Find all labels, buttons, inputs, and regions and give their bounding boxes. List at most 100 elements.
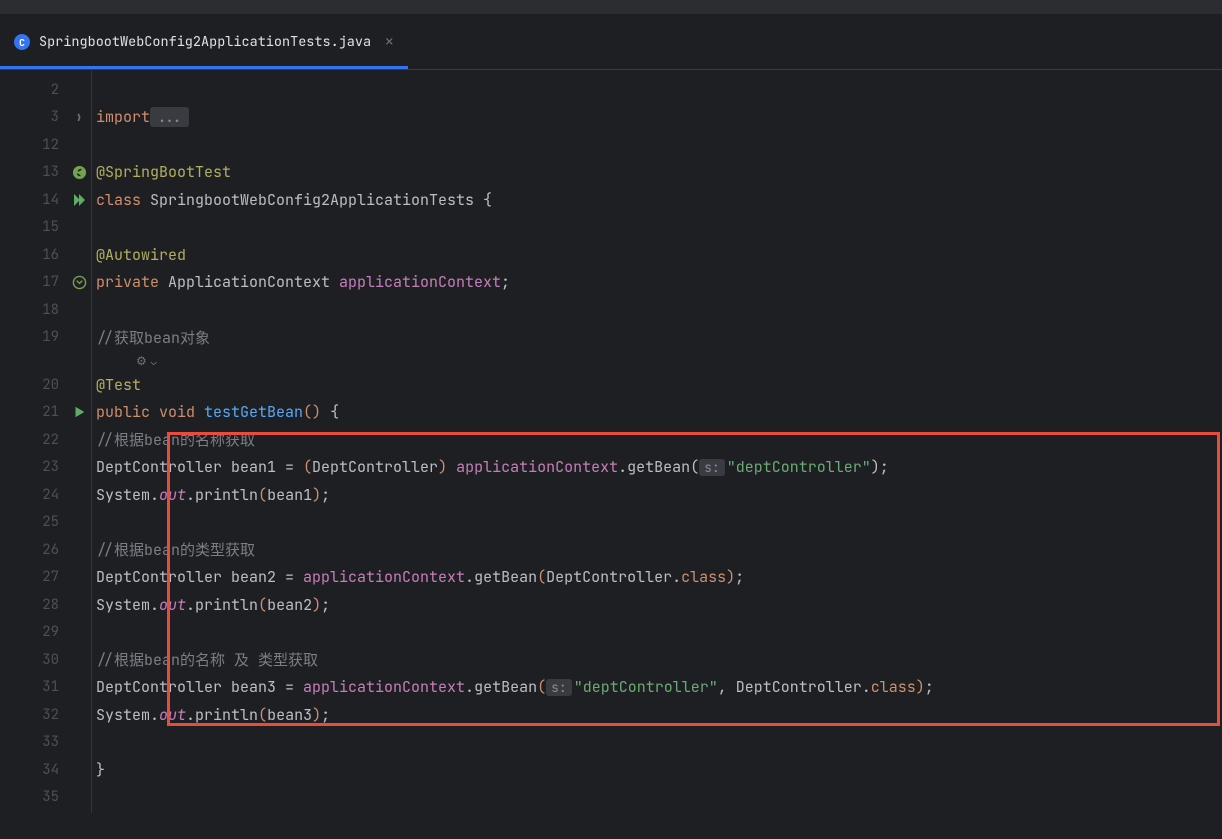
comma-arg: , DeptController.: [718, 677, 871, 697]
string: "deptController": [727, 457, 871, 477]
param-hint: s:: [699, 459, 725, 476]
line-number: 30: [42, 651, 59, 669]
semi: ;: [735, 567, 744, 587]
paren: (: [258, 485, 267, 505]
dot: .: [465, 677, 474, 697]
line-number: 16: [42, 246, 59, 264]
line-number: 23: [42, 458, 59, 476]
file-tab[interactable]: C SpringbootWebConfig2ApplicationTests.j…: [0, 15, 408, 69]
comment: //根据bean的名称 及 类型获取: [96, 649, 318, 670]
out: out: [159, 705, 186, 725]
call: getBean: [474, 677, 537, 697]
autowired-nav-icon[interactable]: [71, 274, 87, 290]
line-number: 25: [42, 513, 59, 531]
main-toolbar: [0, 0, 1222, 15]
paren: (: [258, 595, 267, 615]
sys: System.: [96, 705, 159, 725]
field: applicationContext: [303, 677, 465, 697]
sys: System.: [96, 485, 159, 505]
semi: ;: [321, 705, 330, 725]
paren: ): [312, 485, 321, 505]
type: DeptController: [96, 567, 231, 587]
code-area[interactable]: import ... @SpringBootTest class Springb…: [92, 70, 1222, 813]
comment: //获取bean对象: [96, 327, 210, 348]
paren: (: [537, 677, 546, 697]
line-number: 20: [42, 376, 59, 394]
keyword: import: [96, 107, 150, 127]
type: DeptController: [96, 457, 231, 477]
print: .println: [186, 595, 258, 615]
paren: ): [312, 705, 321, 725]
out: out: [159, 595, 186, 615]
type: ApplicationContext: [159, 272, 339, 292]
gutter: 2 3❯ 12 13 14 15 16 17 18 19 20 21 22 23…: [0, 70, 92, 813]
end: );: [871, 457, 889, 477]
paren: ): [916, 677, 925, 697]
run-test-icon[interactable]: [71, 404, 87, 420]
class-name: SpringbootWebConfig2ApplicationTests: [141, 190, 483, 210]
keyword: void: [150, 402, 195, 422]
run-class-icon[interactable]: [71, 192, 87, 208]
method-call: getBean(: [627, 457, 699, 477]
dot: .: [465, 567, 474, 587]
field: applicationContext: [339, 272, 501, 292]
method-name: testGetBean: [195, 402, 303, 422]
line-number: 21: [42, 403, 59, 421]
comment: //根据bean的名称获取: [96, 429, 255, 450]
chevron-down-icon[interactable]: ⌄: [151, 355, 157, 368]
brace: {: [483, 190, 492, 210]
call: getBean: [474, 567, 537, 587]
line-number: 35: [42, 788, 59, 806]
annotation: @SpringBootTest: [96, 162, 231, 182]
paren: (: [537, 567, 546, 587]
field: applicationContext: [447, 457, 618, 477]
fold-icon[interactable]: ❯: [71, 109, 87, 125]
line-number: 27: [42, 568, 59, 586]
line-number: 33: [42, 733, 59, 751]
line-number: 13: [42, 163, 59, 181]
tab-label: SpringbootWebConfig2ApplicationTests.jav…: [39, 33, 371, 51]
line-number: 3: [51, 108, 59, 126]
comment: //根据bean的类型获取: [96, 539, 255, 560]
line-number: 24: [42, 486, 59, 504]
out: out: [159, 485, 186, 505]
brace: {: [321, 402, 339, 422]
line-number: 28: [42, 596, 59, 614]
line-number: 26: [42, 541, 59, 559]
print: .println: [186, 485, 258, 505]
line-number: 31: [42, 678, 59, 696]
class-kw: class: [871, 677, 916, 697]
paren: (: [258, 705, 267, 725]
arg: bean3: [267, 705, 312, 725]
var: bean3 =: [231, 677, 303, 697]
var: bean2 =: [231, 567, 303, 587]
dot: .: [618, 457, 627, 477]
arg: bean2: [267, 595, 312, 615]
line-number: 2: [51, 81, 59, 99]
line-number: 22: [42, 431, 59, 449]
paren: (): [303, 402, 321, 422]
print: .println: [186, 705, 258, 725]
sys: System.: [96, 595, 159, 615]
arg: DeptController.: [546, 567, 681, 587]
line-number: 32: [42, 706, 59, 724]
spring-bean-icon[interactable]: [71, 164, 87, 180]
paren: (: [303, 457, 312, 477]
editor: 2 3❯ 12 13 14 15 16 17 18 19 20 21 22 23…: [0, 70, 1222, 813]
line-number: 34: [42, 761, 59, 779]
keyword: public: [96, 402, 150, 422]
line-number: 14: [42, 191, 59, 209]
inlay-gear-icon[interactable]: ⚙: [136, 353, 147, 369]
semi: ;: [321, 595, 330, 615]
line-number: 15: [42, 218, 59, 236]
close-tab-icon[interactable]: ✕: [385, 33, 393, 51]
annotation: @Test: [96, 375, 141, 395]
var: bean1 =: [231, 457, 303, 477]
keyword: class: [96, 190, 141, 210]
folded-imports[interactable]: ...: [150, 107, 189, 127]
paren: ): [312, 595, 321, 615]
editor-tab-bar: C SpringbootWebConfig2ApplicationTests.j…: [0, 15, 1222, 70]
keyword: private: [96, 272, 159, 292]
annotation: @Autowired: [96, 245, 186, 265]
param-hint: s:: [546, 679, 572, 696]
